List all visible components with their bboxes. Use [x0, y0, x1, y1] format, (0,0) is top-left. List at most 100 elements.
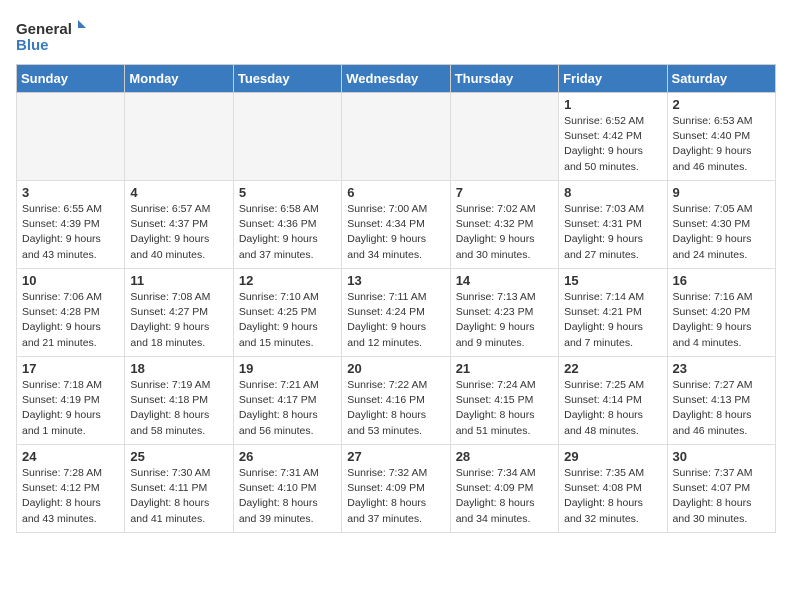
calendar-cell: 5 Sunrise: 6:58 AM Sunset: 4:36 PM Daylig…	[233, 181, 341, 269]
calendar-cell: 16 Sunrise: 7:16 AM Sunset: 4:20 PM Dayli…	[667, 269, 775, 357]
day-info: Sunrise: 6:52 AM Sunset: 4:42 PM Dayligh…	[564, 114, 661, 175]
day-info: Sunrise: 7:16 AM Sunset: 4:20 PM Dayligh…	[673, 290, 770, 351]
day-number: 19	[239, 361, 336, 376]
day-number: 9	[673, 185, 770, 200]
day-info: Sunrise: 7:06 AM Sunset: 4:28 PM Dayligh…	[22, 290, 119, 351]
calendar-cell: 2Sunrise: 6:53 AM Sunset: 4:40 PM Daylig…	[667, 93, 775, 181]
day-number: 16	[673, 273, 770, 288]
day-number: 12	[239, 273, 336, 288]
calendar-table: SundayMondayTuesdayWednesdayThursdayFrid…	[16, 64, 776, 533]
calendar-cell: 13 Sunrise: 7:11 AM Sunset: 4:24 PM Dayli…	[342, 269, 450, 357]
day-info: Sunrise: 7:25 AM Sunset: 4:14 PM Dayligh…	[564, 378, 661, 439]
calendar-week-1: 1 Sunrise: 6:52 AM Sunset: 4:42 PM Daylig…	[17, 93, 776, 181]
calendar-cell: 20 Sunrise: 7:22 AM Sunset: 4:16 PM Dayli…	[342, 357, 450, 445]
calendar-cell: 29Sunrise: 7:35 AM Sunset: 4:08 PM Dayli…	[559, 445, 667, 533]
day-number: 30	[673, 449, 770, 464]
day-header-saturday: Saturday	[667, 65, 775, 93]
calendar-cell: 27 Sunrise: 7:32 AM Sunset: 4:09 PM Dayli…	[342, 445, 450, 533]
day-header-thursday: Thursday	[450, 65, 558, 93]
calendar-cell: 3Sunrise: 6:55 AM Sunset: 4:39 PM Daylig…	[17, 181, 125, 269]
day-info: Sunrise: 7:18 AM Sunset: 4:19 PM Dayligh…	[22, 378, 119, 439]
day-number: 6	[347, 185, 444, 200]
calendar-cell	[342, 93, 450, 181]
day-number: 11	[130, 273, 227, 288]
day-info: Sunrise: 7:37 AM Sunset: 4:07 PM Dayligh…	[673, 466, 770, 527]
day-info: Sunrise: 7:22 AM Sunset: 4:16 PM Dayligh…	[347, 378, 444, 439]
calendar-cell: 4Sunrise: 6:57 AM Sunset: 4:37 PM Daylig…	[125, 181, 233, 269]
calendar-cell: 24 Sunrise: 7:28 AM Sunset: 4:12 PM Dayli…	[17, 445, 125, 533]
day-number: 22	[564, 361, 661, 376]
day-header-tuesday: Tuesday	[233, 65, 341, 93]
calendar-week-3: 10 Sunrise: 7:06 AM Sunset: 4:28 PM Dayli…	[17, 269, 776, 357]
calendar-cell: 7 Sunrise: 7:02 AM Sunset: 4:32 PM Daylig…	[450, 181, 558, 269]
day-info: Sunrise: 6:57 AM Sunset: 4:37 PM Dayligh…	[130, 202, 227, 263]
svg-text:General: General	[16, 21, 72, 38]
day-info: Sunrise: 7:31 AM Sunset: 4:10 PM Dayligh…	[239, 466, 336, 527]
calendar-cell: 28 Sunrise: 7:34 AM Sunset: 4:09 PM Dayli…	[450, 445, 558, 533]
day-number: 1	[564, 97, 661, 112]
day-info: Sunrise: 7:10 AM Sunset: 4:25 PM Dayligh…	[239, 290, 336, 351]
day-info: Sunrise: 7:19 AM Sunset: 4:18 PM Dayligh…	[130, 378, 227, 439]
calendar-cell: 10 Sunrise: 7:06 AM Sunset: 4:28 PM Dayli…	[17, 269, 125, 357]
day-info: Sunrise: 6:55 AM Sunset: 4:39 PM Dayligh…	[22, 202, 119, 263]
calendar-cell: 15 Sunrise: 7:14 AM Sunset: 4:21 PM Dayli…	[559, 269, 667, 357]
calendar-cell: 19 Sunrise: 7:21 AM Sunset: 4:17 PM Dayli…	[233, 357, 341, 445]
day-number: 23	[673, 361, 770, 376]
calendar-cell: 8Sunrise: 7:03 AM Sunset: 4:31 PM Daylig…	[559, 181, 667, 269]
day-number: 15	[564, 273, 661, 288]
day-number: 18	[130, 361, 227, 376]
day-number: 24	[22, 449, 119, 464]
calendar-cell: 9 Sunrise: 7:05 AM Sunset: 4:30 PM Daylig…	[667, 181, 775, 269]
day-info: Sunrise: 6:58 AM Sunset: 4:36 PM Dayligh…	[239, 202, 336, 263]
calendar-cell: 14 Sunrise: 7:13 AM Sunset: 4:23 PM Dayli…	[450, 269, 558, 357]
day-number: 20	[347, 361, 444, 376]
logo-svg: General Blue	[16, 16, 86, 56]
day-number: 13	[347, 273, 444, 288]
day-info: Sunrise: 7:27 AM Sunset: 4:13 PM Dayligh…	[673, 378, 770, 439]
calendar-cell	[17, 93, 125, 181]
calendar-header-row: SundayMondayTuesdayWednesdayThursdayFrid…	[17, 65, 776, 93]
day-number: 17	[22, 361, 119, 376]
day-header-wednesday: Wednesday	[342, 65, 450, 93]
day-header-sunday: Sunday	[17, 65, 125, 93]
day-number: 26	[239, 449, 336, 464]
day-number: 7	[456, 185, 553, 200]
day-number: 2	[673, 97, 770, 112]
calendar-cell: 12 Sunrise: 7:10 AM Sunset: 4:25 PM Dayli…	[233, 269, 341, 357]
calendar-cell: 6 Sunrise: 7:00 AM Sunset: 4:34 PM Daylig…	[342, 181, 450, 269]
calendar-cell: 22 Sunrise: 7:25 AM Sunset: 4:14 PM Dayli…	[559, 357, 667, 445]
day-number: 27	[347, 449, 444, 464]
day-info: Sunrise: 7:05 AM Sunset: 4:30 PM Dayligh…	[673, 202, 770, 263]
day-info: Sunrise: 7:34 AM Sunset: 4:09 PM Dayligh…	[456, 466, 553, 527]
calendar-week-4: 17 Sunrise: 7:18 AM Sunset: 4:19 PM Dayli…	[17, 357, 776, 445]
day-info: Sunrise: 7:21 AM Sunset: 4:17 PM Dayligh…	[239, 378, 336, 439]
calendar-cell	[450, 93, 558, 181]
day-header-friday: Friday	[559, 65, 667, 93]
day-number: 10	[22, 273, 119, 288]
day-number: 5	[239, 185, 336, 200]
logo: General Blue	[16, 16, 86, 56]
day-info: Sunrise: 7:30 AM Sunset: 4:11 PM Dayligh…	[130, 466, 227, 527]
day-number: 29	[564, 449, 661, 464]
calendar-cell: 1 Sunrise: 6:52 AM Sunset: 4:42 PM Daylig…	[559, 93, 667, 181]
day-info: Sunrise: 7:14 AM Sunset: 4:21 PM Dayligh…	[564, 290, 661, 351]
calendar-cell: 26 Sunrise: 7:31 AM Sunset: 4:10 PM Dayli…	[233, 445, 341, 533]
day-number: 14	[456, 273, 553, 288]
calendar-cell: 18 Sunrise: 7:19 AM Sunset: 4:18 PM Dayli…	[125, 357, 233, 445]
day-info: Sunrise: 7:32 AM Sunset: 4:09 PM Dayligh…	[347, 466, 444, 527]
day-number: 25	[130, 449, 227, 464]
day-header-monday: Monday	[125, 65, 233, 93]
calendar-cell	[125, 93, 233, 181]
calendar-cell: 25 Sunrise: 7:30 AM Sunset: 4:11 PM Dayli…	[125, 445, 233, 533]
day-info: Sunrise: 7:13 AM Sunset: 4:23 PM Dayligh…	[456, 290, 553, 351]
day-number: 28	[456, 449, 553, 464]
calendar-cell: 30 Sunrise: 7:37 AM Sunset: 4:07 PM Dayli…	[667, 445, 775, 533]
header-area: General Blue	[16, 16, 776, 56]
day-info: Sunrise: 7:11 AM Sunset: 4:24 PM Dayligh…	[347, 290, 444, 351]
day-number: 21	[456, 361, 553, 376]
day-number: 8	[564, 185, 661, 200]
day-info: Sunrise: 7:00 AM Sunset: 4:34 PM Dayligh…	[347, 202, 444, 263]
day-info: Sunrise: 7:28 AM Sunset: 4:12 PM Dayligh…	[22, 466, 119, 527]
calendar-cell: 23 Sunrise: 7:27 AM Sunset: 4:13 PM Dayli…	[667, 357, 775, 445]
day-info: Sunrise: 7:02 AM Sunset: 4:32 PM Dayligh…	[456, 202, 553, 263]
